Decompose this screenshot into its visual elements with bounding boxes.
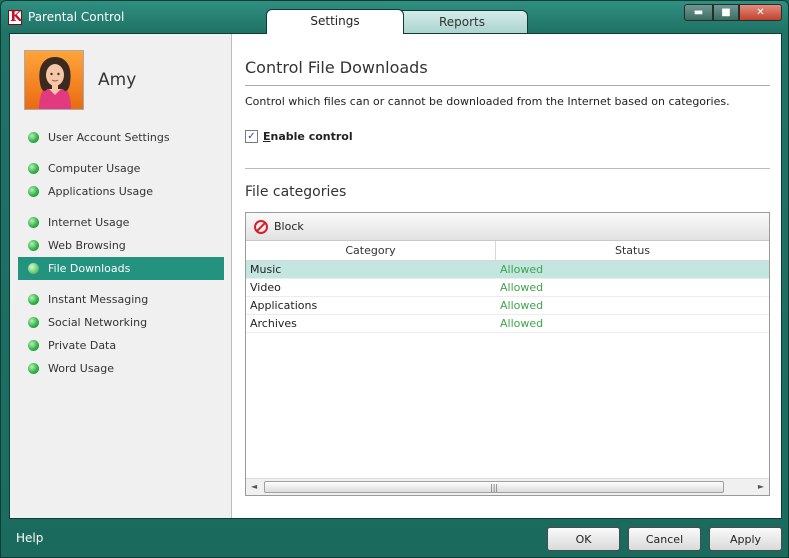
close-icon: ✕ [756, 7, 765, 18]
minimize-button[interactable]: ▬ [684, 4, 713, 21]
cell-category: Video [250, 281, 281, 294]
status-dot-icon [28, 240, 39, 251]
scroll-left-icon[interactable]: ◄ [251, 482, 257, 491]
sidebar-item-web-browsing[interactable]: Web Browsing [18, 234, 224, 257]
sidebar-item-label: Computer Usage [48, 162, 141, 175]
help-link[interactable]: Help [16, 531, 43, 545]
user-avatar-icon [39, 57, 71, 109]
column-header-status[interactable]: Status [496, 241, 769, 260]
scroll-right-icon[interactable]: ► [758, 482, 764, 491]
maximize-icon: ■ [721, 7, 731, 18]
sidebar-item-label: Private Data [48, 339, 117, 352]
status-dot-icon [28, 163, 39, 174]
sidebar-item-label: Social Networking [48, 316, 148, 329]
enable-control-checkbox[interactable]: ✓ [245, 130, 258, 143]
sidebar-item-word-usage[interactable]: Word Usage [18, 357, 224, 380]
sidebar-item-label: Word Usage [48, 362, 115, 375]
main-panel: Control File Downloads Control which fil… [245, 34, 781, 518]
check-icon: ✓ [247, 130, 256, 142]
section-divider [245, 168, 770, 169]
sidebar-item-instant-messaging[interactable]: Instant Messaging [18, 288, 224, 311]
list-toolbar: Block [246, 213, 769, 241]
window-controls: ▬ ■ ✕ [684, 4, 782, 22]
sidebar-item-user-account-settings[interactable]: User Account Settings [18, 126, 224, 149]
cell-category: Applications [250, 299, 318, 312]
apply-button[interactable]: Apply [709, 527, 782, 551]
avatar [24, 50, 84, 110]
cell-category: Music [250, 263, 282, 276]
content-area: Amy User Account Settings Computer Usage… [9, 33, 782, 519]
table-row[interactable]: Applications Allowed [246, 297, 769, 315]
sidebar-item-label: User Account Settings [48, 131, 170, 144]
table-header: Category Status [246, 241, 769, 261]
sidebar-item-computer-usage[interactable]: Computer Usage [18, 157, 224, 180]
cell-category: Archives [250, 317, 297, 330]
status-dot-icon [28, 317, 39, 328]
table-row[interactable]: Video Allowed [246, 279, 769, 297]
user-name: Amy [98, 70, 137, 90]
sidebar-item-label: Applications Usage [48, 185, 153, 198]
cell-status: Allowed [500, 263, 544, 276]
status-dot-icon [28, 217, 39, 228]
horizontal-scrollbar[interactable]: ◄ ||| ► [246, 478, 769, 495]
window-title: Parental Control [28, 10, 125, 24]
close-button[interactable]: ✕ [739, 4, 782, 21]
section-title: File categories [245, 184, 347, 200]
sidebar-item-private-data[interactable]: Private Data [18, 334, 224, 357]
status-dot-icon [28, 340, 39, 351]
maximize-button[interactable]: ■ [713, 4, 739, 21]
minimize-icon: ▬ [693, 7, 704, 18]
status-dot-icon [28, 363, 39, 374]
cell-status: Allowed [500, 317, 544, 330]
sidebar-item-label: Internet Usage [48, 216, 130, 229]
status-dot-icon [28, 186, 39, 197]
cancel-button[interactable]: Cancel [628, 527, 701, 551]
page-description: Control which files can or cannot be dow… [245, 95, 730, 108]
cell-status: Allowed [500, 299, 544, 312]
enable-control-row[interactable]: ✓ Enable control [245, 130, 353, 143]
sidebar-item-file-downloads[interactable]: File Downloads [18, 257, 224, 280]
block-icon [254, 219, 268, 234]
cell-status: Allowed [500, 281, 544, 294]
main-tabs: Settings Reports [266, 9, 536, 34]
app-window: K Parental Control Settings Reports ▬ ■ … [0, 0, 789, 558]
table-row[interactable]: Archives Allowed [246, 315, 769, 333]
sidebar: Amy User Account Settings Computer Usage… [10, 34, 232, 518]
sidebar-item-applications-usage[interactable]: Applications Usage [18, 180, 224, 203]
block-button[interactable]: Block [254, 219, 304, 234]
status-dot-icon [28, 132, 39, 143]
tab-reports[interactable]: Reports [396, 10, 528, 34]
title-divider [245, 85, 770, 86]
status-dot-icon [28, 263, 39, 274]
block-label: Block [274, 220, 304, 233]
file-categories-list: Block Category Status Music Allowed Vide… [245, 212, 770, 496]
scrollbar-thumb[interactable]: ||| [264, 481, 724, 493]
sidebar-item-internet-usage[interactable]: Internet Usage [18, 211, 224, 234]
page-title: Control File Downloads [245, 58, 428, 77]
table-row[interactable]: Music Allowed [246, 261, 769, 279]
enable-control-label[interactable]: Enable control [263, 130, 353, 143]
column-header-category[interactable]: Category [246, 241, 496, 260]
status-dot-icon [28, 294, 39, 305]
app-logo-icon: K [8, 9, 23, 25]
ok-button[interactable]: OK [547, 527, 620, 551]
sidebar-item-label: File Downloads [48, 262, 131, 275]
sidebar-item-social-networking[interactable]: Social Networking [18, 311, 224, 334]
grip-icon: ||| [490, 483, 499, 492]
sidebar-item-label: Web Browsing [48, 239, 126, 252]
sidebar-item-label: Instant Messaging [48, 293, 149, 306]
title-bar: K Parental Control Settings Reports ▬ ■ … [1, 1, 788, 34]
tab-settings[interactable]: Settings [266, 9, 404, 34]
